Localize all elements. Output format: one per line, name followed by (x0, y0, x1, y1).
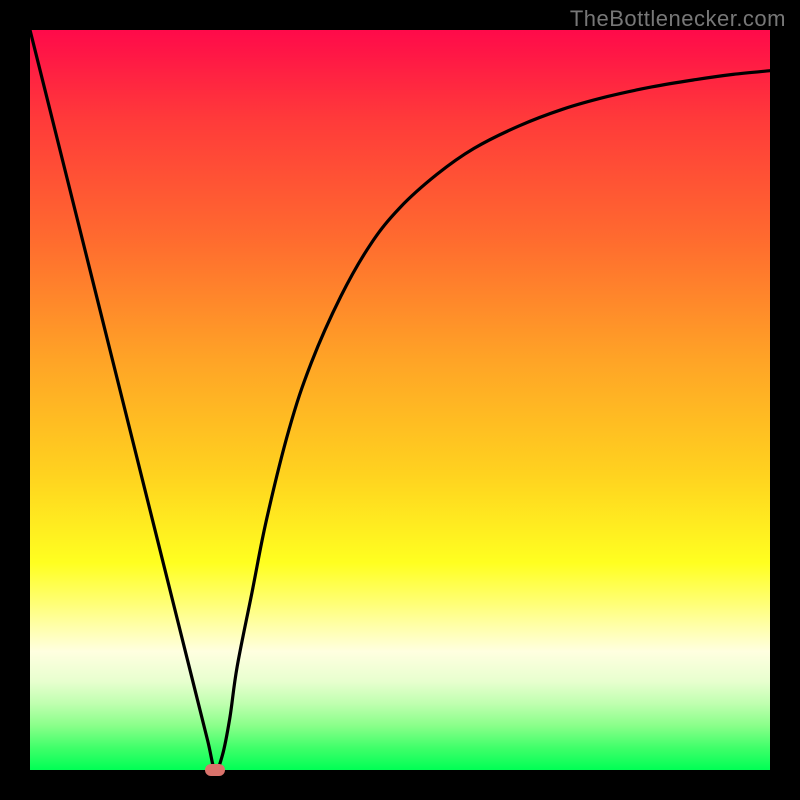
bottleneck-curve (30, 30, 770, 770)
watermark-text: TheBottlenecker.com (570, 6, 786, 32)
plot-area (30, 30, 770, 770)
optimum-marker (205, 764, 225, 776)
chart-frame: TheBottlenecker.com (0, 0, 800, 800)
